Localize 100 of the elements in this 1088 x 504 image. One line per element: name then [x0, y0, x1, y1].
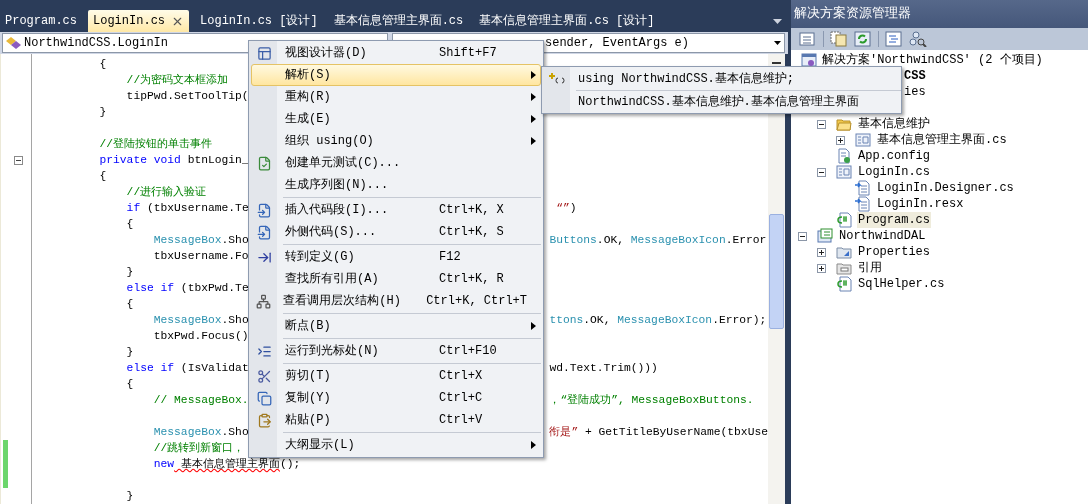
tree-item[interactable]: 基本信息管理主界面.cs: [876, 132, 1008, 148]
code-token: private: [98, 154, 147, 166]
code-token: 衔是”: [549, 426, 579, 438]
tree-item[interactable]: CSS: [903, 68, 927, 84]
tree-item[interactable]: LoginIn.resx: [876, 196, 965, 212]
tree-item[interactable]: 解决方案'NorthwindCSS' (2 个项目): [821, 52, 1044, 68]
editor-tab[interactable]: 基本信息管理主界面.cs: [328, 10, 469, 32]
refresh-icon[interactable]: [854, 31, 872, 47]
view-code-icon[interactable]: [885, 31, 903, 47]
tree-item[interactable]: LoginIn.cs: [857, 164, 931, 180]
code-token: tipPwd.SetToolTip(: [125, 90, 249, 102]
code-token: MessageBoxIcon: [630, 234, 726, 246]
menu-item[interactable]: 断点(B): [251, 315, 541, 337]
tree-item[interactable]: LoginIn.Designer.cs: [876, 180, 1015, 196]
menu-item[interactable]: 重构(R): [251, 86, 541, 108]
editor-tab[interactable]: LoginIn.cs [设计]: [195, 10, 323, 32]
code-token: “”: [555, 202, 570, 214]
tree-item[interactable]: 引用: [857, 260, 883, 276]
submenu-arrow-icon: [530, 71, 536, 79]
menu-icon-column: [542, 67, 570, 113]
code-token: void: [152, 154, 181, 166]
menu-item[interactable]: 大纲显示(L): [251, 434, 541, 456]
code-token: .Sho: [221, 314, 249, 326]
code-token: else: [125, 282, 154, 294]
run-to-cursor-icon: [256, 343, 272, 359]
cut-icon: [256, 368, 272, 384]
menu-item[interactable]: 查找所有引用(A) Ctrl+K, R: [251, 268, 541, 290]
code-token: if: [159, 362, 175, 374]
code-token: .OK,: [596, 234, 625, 246]
show-all-files-icon[interactable]: [830, 31, 848, 47]
expand-icon[interactable]: [817, 247, 826, 257]
code-token: (tbxUsername.Te: [145, 202, 249, 214]
surround-icon: [256, 224, 272, 240]
form-icon: [855, 132, 871, 148]
csharp-file-icon: [836, 212, 852, 228]
editor-tab[interactable]: Program.cs: [0, 10, 82, 32]
menu-item[interactable]: 创建单元测试(C)...: [251, 152, 541, 174]
form-icon: [836, 164, 852, 180]
copy-icon: [256, 390, 272, 406]
code-token: }: [125, 346, 134, 358]
code-token: MessageBox: [152, 314, 222, 326]
menu-item[interactable]: 生成(E): [251, 108, 541, 130]
config-file-icon: [836, 148, 852, 164]
tree-item[interactable]: Program.cs: [857, 212, 931, 228]
submenu-arrow-icon: [530, 137, 536, 145]
tree-item[interactable]: ies: [903, 84, 927, 100]
caret-icon[interactable]: [774, 41, 781, 45]
submenu-arrow-icon: [530, 441, 536, 449]
code-token: (IsValidat: [179, 362, 249, 374]
code-token: Buttons: [549, 234, 597, 246]
menu-item[interactable]: using NorthwindCSS.基本信息维护;: [544, 68, 899, 89]
class-diagram-icon[interactable]: [909, 31, 927, 47]
properties-icon: [836, 244, 852, 260]
code-token: ，“登陆成功”, MessageBoxButtons.: [549, 394, 754, 406]
menu-item[interactable]: 解析(S): [251, 64, 541, 86]
menu-item[interactable]: 组织 using(O): [251, 130, 541, 152]
code-token: {: [125, 218, 134, 230]
menu-item[interactable]: NorthwindCSS.基本信息维护.基本信息管理主界面: [544, 91, 899, 112]
collapse-icon[interactable]: [13, 156, 23, 165]
menu-item[interactable]: 剪切(T) Ctrl+X: [251, 365, 541, 387]
menu-item[interactable]: 复制(Y) Ctrl+C: [251, 387, 541, 409]
error-identifier: 基本信息管理主界面: [179, 458, 280, 470]
tree-item[interactable]: SqlHelper.cs: [857, 276, 946, 292]
scrollbar-thumb[interactable]: [769, 214, 784, 329]
caret-icon[interactable]: [773, 19, 782, 24]
collapse-icon[interactable]: [817, 167, 826, 177]
collapse-icon[interactable]: [798, 231, 807, 241]
code-token: }: [98, 106, 107, 118]
code-token: //登陆按钮的单击事件: [98, 138, 213, 150]
menu-item[interactable]: 转到定义(G) F12: [251, 246, 541, 268]
tree-item[interactable]: 基本信息维护: [857, 116, 931, 132]
code-token: .Sho: [221, 234, 249, 246]
menu-item[interactable]: 外侧代码(S)... Ctrl+K, S: [251, 221, 541, 243]
collapse-icon[interactable]: [817, 119, 826, 129]
expand-icon[interactable]: [817, 263, 826, 273]
code-token: .Error: [725, 234, 767, 246]
menu-item[interactable]: 生成序列图(N)...: [251, 174, 541, 196]
code-token: ();: [279, 458, 301, 470]
project-icon: [817, 228, 833, 244]
menu-item[interactable]: 查看调用层次结构(H) Ctrl+K, Ctrl+T: [251, 290, 541, 312]
tree-item[interactable]: NorthwindDAL: [838, 228, 927, 244]
menu-item[interactable]: 插入代码段(I)... Ctrl+K, X: [251, 199, 541, 221]
code-token: // MessageBox.: [152, 394, 249, 406]
editor-tab[interactable]: 基本信息管理主界面.cs [设计]: [474, 10, 660, 32]
tree-item[interactable]: Properties: [857, 244, 931, 260]
properties-icon[interactable]: [799, 31, 817, 47]
code-token: wd.Text.Trim())): [549, 362, 658, 374]
code-token: if: [159, 282, 175, 294]
expand-icon[interactable]: [836, 135, 845, 145]
snippet-icon: [256, 202, 272, 218]
editor-tab[interactable]: LoginIn.cs: [88, 10, 190, 32]
code-token: tbxUsername.Fo: [152, 250, 249, 262]
designer-icon: [256, 45, 272, 61]
menu-item[interactable]: 粘贴(P) Ctrl+V: [251, 409, 541, 431]
tree-item[interactable]: App.config: [857, 148, 931, 164]
code-token: btnLogin_: [186, 154, 249, 166]
menu-item[interactable]: 运行到光标处(N) Ctrl+F10: [251, 340, 541, 362]
submenu-arrow-icon: [530, 115, 536, 123]
code-token: ttons: [549, 314, 584, 326]
code-file-icon: [855, 180, 871, 196]
